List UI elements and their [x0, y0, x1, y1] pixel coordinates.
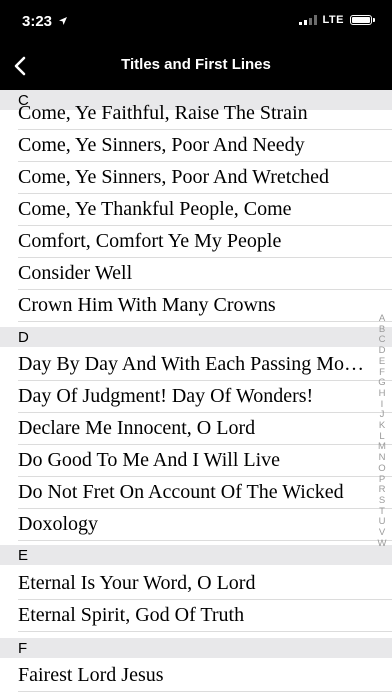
item-title: Crown Him With Many Crowns [18, 294, 276, 316]
item-title: Fairest Lord Jesus [18, 664, 164, 686]
status-time: 3:23 [22, 13, 68, 30]
status-indicators: LTE [298, 14, 375, 26]
list-item[interactable]: Come, Ye Thankful People, Come [0, 194, 392, 226]
section-header-e: E [0, 545, 392, 565]
section-header-d: D [0, 327, 392, 347]
list-item[interactable]: Do Good To Me And I Will Live [0, 445, 392, 477]
item-title: Come, Ye Sinners, Poor And Needy [18, 134, 305, 156]
item-title: Doxology [18, 513, 98, 535]
item-title: Day Of Judgment! Day Of Wonders! [18, 385, 314, 407]
list-item[interactable]: Consider Well [0, 258, 392, 290]
list-item[interactable]: Eternal Spirit, God Of Truth [0, 600, 392, 632]
item-title: Do Good To Me And I Will Live [18, 449, 281, 471]
list-item[interactable]: Fairest Lord Jesus [0, 660, 392, 692]
list-item[interactable]: Day Of Judgment! Day Of Wonders! [0, 381, 392, 413]
titles-list[interactable]: C Come, Ye Faithful, Raise The Strain Co… [0, 90, 392, 696]
list-item[interactable]: Crown Him With Many Crowns [0, 290, 392, 322]
list-item[interactable]: Come, Ye Faithful, Raise The Strain [0, 102, 392, 130]
section-letter: E [18, 547, 29, 564]
item-title: Declare Me Innocent, O Lord [18, 417, 256, 439]
page-title: Titles and First Lines [121, 56, 271, 73]
list-item[interactable]: Eternal Is Your Word, O Lord [0, 568, 392, 600]
section-letter: F [18, 640, 28, 657]
item-title: Eternal Spirit, God Of Truth [18, 604, 245, 626]
list-item[interactable]: Day By Day And With Each Passing Moment [0, 349, 392, 381]
navigation-bar: 3:23 LTE Titles and First Lines [0, 0, 392, 90]
item-title: Day By Day And With Each Passing Moment [18, 353, 370, 375]
section-index[interactable]: A B C D E F G H I J K L M N O P R S T U … [374, 313, 390, 550]
item-title: Come, Ye Sinners, Poor And Wretched [18, 166, 330, 188]
item-title: Do Not Fret On Account Of The Wicked [18, 481, 344, 503]
item-title: Comfort, Comfort Ye My People [18, 230, 282, 252]
item-title: Come, Ye Thankful People, Come [18, 198, 292, 220]
item-title: Eternal Is Your Word, O Lord [18, 572, 256, 594]
list-item[interactable]: Doxology [0, 509, 392, 541]
list-item[interactable]: Declare Me Innocent, O Lord [0, 413, 392, 445]
index-letter[interactable]: O [378, 463, 385, 475]
time-label: 3:23 [22, 13, 53, 30]
item-title: Come, Ye Faithful, Raise The Strain [18, 102, 308, 124]
battery-icon [350, 15, 375, 25]
location-arrow-icon [59, 17, 68, 25]
section-letter: D [18, 329, 29, 346]
section-header-f: F [0, 638, 392, 658]
list-item[interactable]: Do Not Fret On Account Of The Wicked [0, 477, 392, 509]
index-letter[interactable]: W [378, 538, 387, 550]
list-item[interactable]: Comfort, Comfort Ye My People [0, 226, 392, 258]
item-title: Consider Well [18, 262, 133, 284]
network-label: LTE [322, 14, 344, 26]
list-item[interactable]: Come, Ye Sinners, Poor And Wretched [0, 162, 392, 194]
index-letter[interactable]: E [379, 356, 385, 368]
signal-icon [298, 15, 317, 25]
list-item[interactable]: Come, Ye Sinners, Poor And Needy [0, 130, 392, 162]
